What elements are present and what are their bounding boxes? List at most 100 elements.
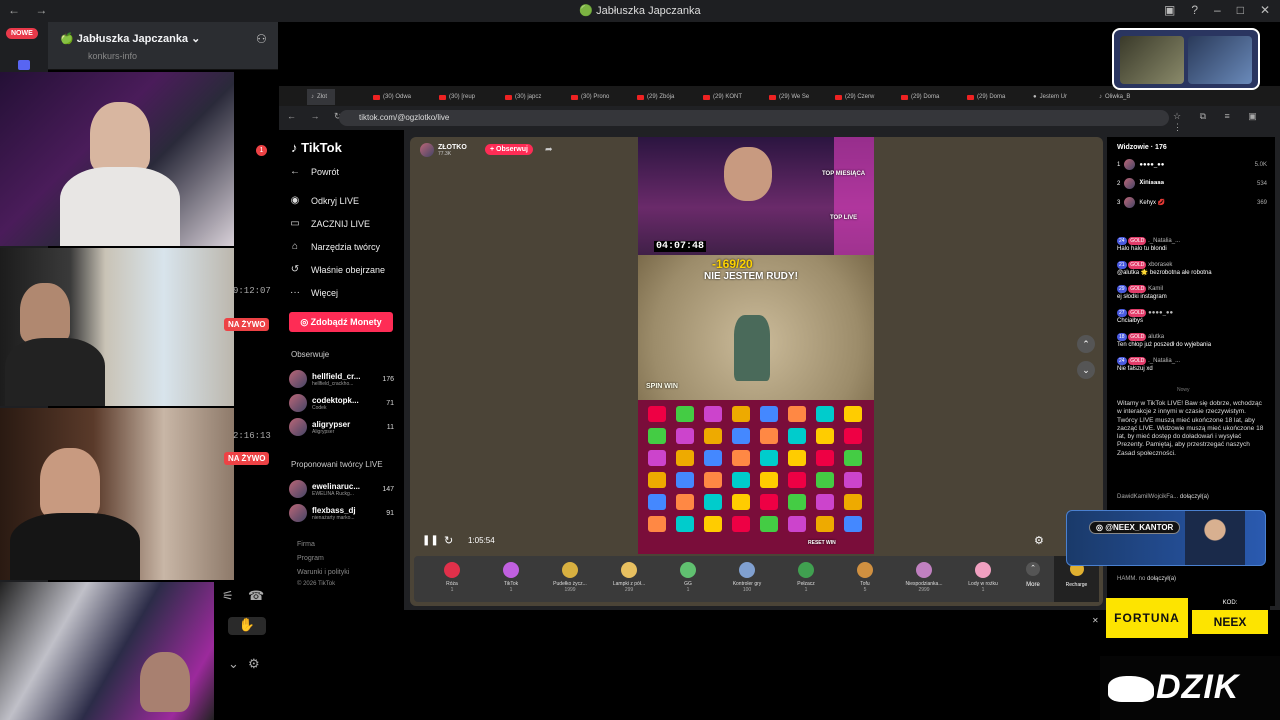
gift-item[interactable]: Pudełko życz... 1999 — [540, 562, 600, 593]
tab-active[interactable]: ♪ Złot — [307, 89, 335, 105]
mute-icon[interactable]: ⚟ — [222, 588, 234, 604]
footer-link[interactable]: Program — [297, 555, 324, 562]
following-user[interactable]: hellfield_cr... hellfield_crackho... 176 — [289, 370, 394, 388]
hangup-icon[interactable]: ☎ — [248, 588, 264, 604]
menu-more[interactable]: ··· Więcej — [289, 287, 338, 298]
top-viewer-row[interactable]: 3 Kehyx 💋 369 — [1117, 197, 1267, 208]
gift-icon — [857, 562, 873, 578]
gift-item[interactable]: GG 1 — [658, 562, 718, 593]
avatar — [289, 370, 307, 388]
chat-message[interactable]: 21 GOLD xborasek @alutka 🌟 bezrobotna ale… — [1117, 261, 1267, 277]
extensions-icons[interactable]: ☆ ⧉ ≡ ▣ ⋮ — [1173, 111, 1280, 133]
gift-item[interactable]: Pełzacz 1 — [776, 562, 836, 593]
reload-icon[interactable]: ↻ — [444, 534, 453, 547]
gift-item[interactable]: Lody w rożku 1 — [953, 562, 1013, 593]
chat-message[interactable]: 18 GOLD alutka Ten chłop już poszedł do w… — [1117, 333, 1267, 349]
menu-creator-tools[interactable]: ⌂ Narzędzia twórcy — [289, 241, 380, 252]
tab[interactable]: (29) We Se — [765, 89, 829, 105]
follow-button[interactable]: + Obserwuj — [485, 144, 533, 155]
tab[interactable]: (30) [reup — [435, 89, 499, 105]
url-input[interactable]: tiktok.com/@ogzlotko/live — [339, 110, 1169, 126]
stream-timer: 2:16:13 — [233, 431, 271, 441]
chat-message[interactable]: 29 GOLD Kamil ej słodki instagram — [1117, 285, 1267, 301]
rank: 2 — [1117, 180, 1121, 187]
following-user[interactable]: aligrypser Aligrypser 11 — [289, 418, 394, 436]
boar-icon — [1108, 676, 1154, 702]
history-icon: ↺ — [290, 264, 300, 275]
avatar — [289, 480, 307, 498]
settings-icon[interactable]: ⚙ — [1034, 534, 1044, 547]
command-icon — [676, 428, 694, 444]
folder-icon[interactable] — [18, 60, 30, 70]
tab[interactable]: ♪ Oliwka_B — [1095, 89, 1159, 105]
minimize-icon[interactable]: – — [1214, 3, 1221, 17]
gift-item[interactable]: Kontroler gry 100 — [717, 562, 777, 593]
menu-start-live[interactable]: ▭ ZACZNIJ LIVE — [289, 218, 370, 229]
tiktok-sidebar: ♪ TikTok ← Powrót ◉ Odkryj LIVE ▭ ZACZNIJ L… — [279, 130, 404, 610]
gift-icon — [621, 562, 637, 578]
command-icon — [788, 472, 806, 488]
maximize-icon[interactable]: □ — [1237, 3, 1244, 17]
chat-text: Nie fałszuj xd — [1117, 366, 1153, 372]
close-icon[interactable]: ✕ — [1260, 3, 1270, 17]
stream-tile-2[interactable] — [0, 248, 234, 406]
rank: 3 — [1117, 199, 1121, 206]
server-header[interactable]: 🍏 Jabłuszka Japczanka ⌄ konkurs-info ⚇ — [48, 22, 278, 70]
back-button[interactable]: ← Powrót — [289, 166, 339, 177]
tab[interactable]: (29) KONT — [699, 89, 763, 105]
more-gifts-button[interactable]: ⌃ More — [1018, 562, 1048, 588]
gift-item[interactable]: Tofu 5 — [835, 562, 895, 593]
top-viewer-row[interactable]: 2 𝐗𝐢𝐧𝐢𝐚𝐚𝐚𝐚 534 — [1117, 178, 1267, 189]
menu-recently-watched[interactable]: ↺ Właśnie obejrzane — [289, 264, 385, 275]
live-badge: NA ŻYWO — [224, 318, 270, 331]
pause-icon[interactable]: ❚❚ — [422, 535, 439, 546]
chat-user: alutka — [1148, 334, 1165, 340]
viewers-count[interactable]: Widzowie · 176 — [1117, 144, 1167, 151]
video-player[interactable]: TOP MIESIĄCA TOP LIVE 04:07:48 -169/20 N… — [638, 137, 874, 554]
tab[interactable]: (30) japcz — [501, 89, 565, 105]
chat-message[interactable]: 24 GOLD ._Natalia_... Nie fałszuj xd — [1117, 357, 1267, 373]
gift-item[interactable]: Lampki z pół... 299 — [599, 562, 659, 593]
reset-win-label: RESET WIN — [808, 540, 836, 546]
settings-gear-icon[interactable]: ⚙ — [248, 656, 260, 672]
help-icon[interactable]: ? — [1191, 3, 1198, 17]
streamer-info[interactable]: ZŁOTKO 77.3K — [420, 143, 467, 157]
command-icon — [704, 494, 722, 510]
tab[interactable]: (30) Odwa — [369, 89, 433, 105]
tab[interactable]: (30) Prono — [567, 89, 631, 105]
following-user[interactable]: codektopk... Codek 71 — [289, 394, 394, 412]
tab[interactable]: ● Jestem Ur — [1029, 89, 1093, 105]
stream-tile-3[interactable] — [0, 408, 234, 580]
gift-item[interactable]: TikTok 1 — [481, 562, 541, 593]
command-icon — [760, 494, 778, 510]
gift-item[interactable]: Róża 1 — [422, 562, 482, 593]
chat-message[interactable]: 24 GOLD ._Natalia_... Halo halo tu blondi — [1117, 237, 1267, 253]
code-label: KOD: — [1222, 600, 1238, 606]
scroll-up-icon[interactable]: ⌃ — [1077, 335, 1095, 353]
stream-tile-4[interactable] — [0, 582, 214, 720]
tab[interactable]: (29) Zbója — [633, 89, 697, 105]
footer-link[interactable]: Warunki i polityki — [297, 569, 349, 576]
add-user-icon[interactable]: ⚇ — [256, 32, 267, 46]
menu-discover-live[interactable]: ◉ Odkryj LIVE — [289, 195, 359, 206]
soundboard-icon[interactable]: ✋ — [228, 617, 266, 635]
tab[interactable]: (29) Czerw — [831, 89, 895, 105]
chevron-down-icon[interactable]: ⌄ — [228, 656, 239, 672]
footer-link[interactable]: Firma — [297, 541, 315, 548]
inbox-icon[interactable]: ▣ — [1164, 3, 1175, 17]
tiktok-logo[interactable]: ♪ TikTok — [291, 140, 342, 155]
command-icon — [844, 516, 862, 532]
tab[interactable]: (29) Doma — [897, 89, 961, 105]
close-ad-icon[interactable]: ✕ — [1092, 616, 1099, 625]
get-coins-button[interactable]: ◎ Zdobądź Monety — [289, 312, 393, 332]
scroll-down-icon[interactable]: ⌄ — [1077, 361, 1095, 379]
suggested-user[interactable]: flexbass_dj nienażarty marko... 91 — [289, 504, 394, 522]
share-icon[interactable]: ➦ — [545, 144, 553, 155]
gift-item[interactable]: Niespodzianka... 2999 — [894, 562, 954, 593]
stream-tile-1[interactable] — [0, 72, 234, 246]
tab[interactable]: (29) Doma — [963, 89, 1027, 105]
top-viewer-row[interactable]: 1 ●●●●_●● 5.0K — [1117, 159, 1267, 170]
chat-user: xborasek — [1148, 262, 1173, 268]
suggested-user[interactable]: ewelinaruc... EWELINA Ruckg... 147 — [289, 480, 394, 498]
chat-message[interactable]: 27 GOLD ●●●●_●● Chciałbyś — [1117, 309, 1267, 325]
